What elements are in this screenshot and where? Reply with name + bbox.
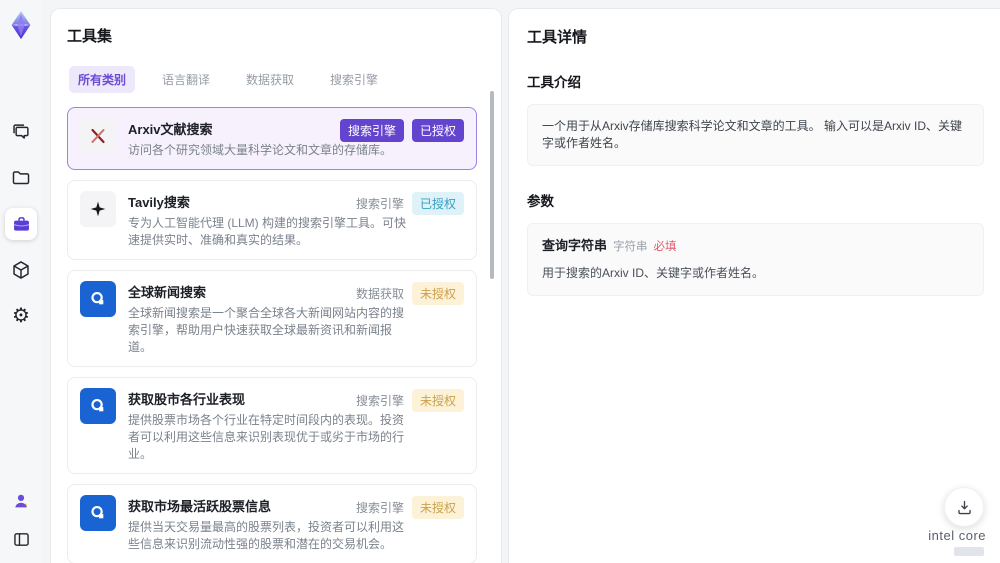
tab-所有类别[interactable]: 所有类别 <box>69 66 136 93</box>
tool-auth-badge: 已授权 <box>411 192 464 215</box>
intel-core-text: intel core <box>928 528 986 543</box>
param-item: 查询字符串 字符串 必填用于搜索的Arxiv ID、关键字或作者姓名。 <box>527 223 984 296</box>
app-sidebar: ⚙ <box>0 0 42 563</box>
tab-数据获取[interactable]: 数据获取 <box>237 66 303 93</box>
details-title: 工具详情 <box>527 29 588 46</box>
panel-toggle-icon[interactable] <box>5 523 37 555</box>
download-icon <box>957 500 971 514</box>
intel-ultra-badge <box>954 547 984 556</box>
scrollbar-thumb[interactable] <box>490 91 494 279</box>
tool-name: 全球新闻搜索 <box>128 285 207 300</box>
param-type: 字符串 <box>613 241 648 253</box>
tool-auth-badge: 未授权 <box>411 282 464 305</box>
toolbox-icon[interactable] <box>5 208 37 240</box>
tool-category-badge: 搜索引擎 <box>355 394 404 408</box>
tool-name: 获取市场最活跃股票信息 <box>128 499 272 514</box>
tool-list-item[interactable]: Arxiv文献搜索 访问各个研究领域大量科学论文和文章的存储库。 搜索引擎 已授… <box>67 107 477 170</box>
sidebar-nav: ⚙ <box>5 116 37 332</box>
tool-list-panel: 工具集 所有类别 语言翻译 数据获取 搜索引擎 Arxiv文献搜索 访问各个研究领域大… <box>50 8 502 563</box>
chat-icon[interactable] <box>5 116 37 148</box>
tool-auth-badge: 未授权 <box>411 496 464 519</box>
globe-search-icon <box>80 495 116 531</box>
tool-badges: 搜索引擎 已授权 <box>339 119 464 142</box>
tool-category-badge: 搜索引擎 <box>355 197 404 211</box>
sidebar-bottom <box>5 485 37 563</box>
intro-text-box: 一个用于从Arxiv存储库搜索科学论文和文章的工具。 输入可以是Arxiv ID… <box>527 104 984 166</box>
tool-badges: 搜索引擎 未授权 <box>356 389 464 412</box>
arxiv-icon <box>80 118 116 154</box>
tavily-icon <box>80 191 116 227</box>
intro-heading: 工具介绍 <box>527 75 581 90</box>
tool-list: Arxiv文献搜索 访问各个研究领域大量科学论文和文章的存储库。 搜索引擎 已授… <box>67 107 477 563</box>
user-avatar-icon[interactable] <box>5 485 37 517</box>
main-content: 工具集 所有类别 语言翻译 数据获取 搜索引擎 Arxiv文献搜索 访问各个研究领域大… <box>42 8 1000 563</box>
tool-list-item[interactable]: 获取市场最活跃股票信息 提供当天交易量最高的股票列表，投资者可以利用这些信息来识… <box>67 484 477 563</box>
param-description: 用于搜索的Arxiv ID、关键字或作者姓名。 <box>542 266 765 280</box>
settings-gear-icon[interactable]: ⚙ <box>5 300 37 332</box>
tool-badges: 数据获取 未授权 <box>356 282 464 305</box>
app-logo-icon[interactable] <box>6 10 36 40</box>
param-name: 查询字符串 <box>542 238 608 253</box>
intel-core-logo: intel core <box>928 527 986 556</box>
cube-icon[interactable] <box>5 254 37 286</box>
tool-category-badge: 搜索引擎 <box>355 501 404 515</box>
param-required-label: 必填 <box>653 241 677 253</box>
tool-badges: 搜索引擎 已授权 <box>356 192 464 215</box>
tool-name: Arxiv文献搜索 <box>128 122 213 137</box>
tool-list-item[interactable]: Tavily搜索 专为人工智能代理 (LLM) 构建的搜索引擎工具。可快速提供实… <box>67 180 477 260</box>
category-tabs: 所有类别 语言翻译 数据获取 搜索引擎 <box>69 66 477 93</box>
tool-list-item[interactable]: 全球新闻搜索 全球新闻搜索是一个聚合全球各大新闻网站内容的搜索引擎，帮助用户快速… <box>67 270 477 367</box>
tool-name: Tavily搜索 <box>128 195 190 210</box>
tool-name: 获取股市各行业表现 <box>128 392 246 407</box>
tool-description: 专为人工智能代理 (LLM) 构建的搜索引擎工具。可快速提供实时、准确和真实的结… <box>128 216 407 247</box>
tool-auth-badge: 已授权 <box>411 119 464 142</box>
globe-search-icon <box>80 281 116 317</box>
tool-category-badge: 数据获取 <box>355 287 404 301</box>
download-button[interactable] <box>944 487 984 527</box>
tool-description: 提供股票市场各个行业在特定时间段内的表现。投资者可以利用这些信息来识别表现优于或… <box>128 413 405 461</box>
tool-description: 全球新闻搜索是一个聚合全球各大新闻网站内容的搜索引擎，帮助用户快速获取全球最新资… <box>128 306 405 354</box>
tab-搜索引擎[interactable]: 搜索引擎 <box>321 66 387 93</box>
tool-details-panel: 工具详情 工具介绍 一个用于从Arxiv存储库搜索科学论文和文章的工具。 输入可… <box>508 8 1000 563</box>
tool-description: 提供当天交易量最高的股票列表，投资者可以利用这些信息来识别流动性强的股票和潜在的… <box>128 520 405 551</box>
params-list: 查询字符串 字符串 必填用于搜索的Arxiv ID、关键字或作者姓名。 <box>527 223 984 296</box>
toolset-title: 工具集 <box>67 28 113 45</box>
folder-icon[interactable] <box>5 162 37 194</box>
globe-search-icon <box>80 388 116 424</box>
tab-语言翻译[interactable]: 语言翻译 <box>153 66 219 93</box>
tool-description: 访问各个研究领域大量科学论文和文章的存储库。 <box>128 143 393 157</box>
tool-badges: 搜索引擎 未授权 <box>356 496 464 519</box>
tool-list-item[interactable]: 获取股市各行业表现 提供股票市场各个行业在特定时间段内的表现。投资者可以利用这些… <box>67 377 477 474</box>
tool-auth-badge: 未授权 <box>411 389 464 412</box>
params-heading: 参数 <box>527 194 554 209</box>
tool-category-badge: 搜索引擎 <box>339 119 404 142</box>
